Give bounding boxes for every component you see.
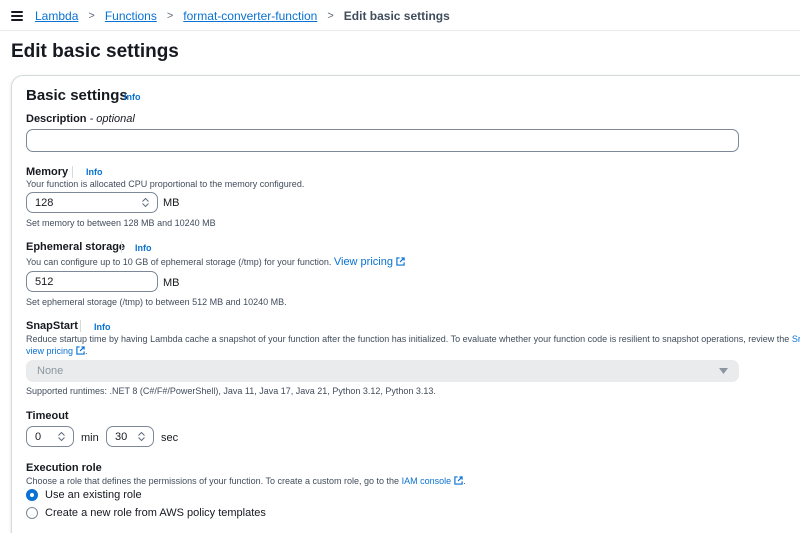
breadcrumb-lambda[interactable]: Lambda [35,9,78,23]
snapstart-view-pricing-link[interactable]: view pricing [26,346,85,356]
ephemeral-storage-input[interactable]: 512 [26,271,158,292]
top-navigation-bar: Lambda > Functions > format-converter-fu… [0,0,800,31]
timeout-minutes-unit: min [81,432,99,444]
snapstart-info-link[interactable]: Info [94,322,111,332]
radio-create-new-role-label: Create a new role from AWS policy templa… [45,507,266,519]
breadcrumb-chevron-icon: > [88,10,95,22]
memory-unit: MB [163,197,180,209]
breadcrumb-chevron-icon: > [166,10,174,22]
snapstart-view-pricing-text: view pricing [26,346,74,356]
ephemeral-help-text: You can configure up to 10 GB of ephemer… [26,256,405,268]
ephemeral-constraint-text: Set ephemeral storage (/tmp) to between … [26,297,287,307]
external-link-icon [454,476,463,485]
ephemeral-info-link[interactable]: Info [135,243,152,253]
snapstart-select[interactable]: None [26,360,739,382]
ephemeral-info-divider [121,241,122,253]
snapstart-help: Reduce startup time by having Lambda cac… [26,334,790,344]
iam-console-text: IAM console [401,476,452,486]
timeout-minutes-input[interactable]: 0 [26,426,74,447]
execution-role-label: Execution role [26,462,102,474]
snapstart-runtimes-text: Supported runtimes: .NET 8 (C#/F#/PowerS… [26,386,436,396]
seconds-stepper-icon[interactable] [138,432,145,441]
timeout-seconds-input[interactable]: 30 [106,426,154,447]
iam-console-link[interactable]: IAM console [402,476,464,486]
timeout-seconds-unit: sec [161,432,179,444]
memory-input[interactable]: 128 [26,192,158,213]
memory-constraint-text: Set memory to between 128 MB and 10240 M… [26,218,216,228]
ephemeral-help: You can configure up to 10 GB of ephemer… [26,257,332,267]
snapstart-period: . [85,346,88,356]
ephemeral-unit: MB [163,277,180,289]
memory-stepper-icon[interactable] [142,198,149,207]
execution-role-help-text: Choose a role that defines the permissio… [26,476,466,486]
description-optional: - optional [86,113,135,125]
radio-selected-icon[interactable] [26,489,38,501]
external-link-icon [396,257,405,266]
memory-label: Memory [26,166,69,178]
memory-info-divider [72,166,73,178]
basic-settings-info-link[interactable]: Info [124,92,141,102]
ephemeral-view-pricing-link[interactable]: View pricing [334,256,405,268]
execution-role-help: Choose a role that defines the permissio… [26,476,400,486]
memory-info-link[interactable]: Info [86,167,103,177]
radio-unselected-icon[interactable] [26,507,38,519]
breadcrumb: Lambda > Functions > format-converter-fu… [35,9,450,23]
memory-value: 128 [35,196,54,209]
snapstart-docs-link[interactable]: Sr [792,334,800,344]
breadcrumb-chevron-icon: > [327,10,334,22]
breadcrumb-current: Edit basic settings [343,9,450,23]
snapstart-select-value: None [37,365,64,377]
menu-hamburger-icon[interactable] [11,11,23,21]
ephemeral-value: 512 [35,275,54,288]
snapstart-info-divider [80,320,81,332]
snapstart-pricing-line: view pricing. [26,346,88,356]
minutes-stepper-icon[interactable] [58,432,65,441]
memory-help-text: Your function is allocated CPU proportio… [26,179,305,189]
radio-use-existing-role[interactable]: Use an existing role [26,489,142,501]
snapstart-help-text: Reduce startup time by having Lambda cac… [26,334,800,344]
snapstart-label: SnapStart [26,320,78,332]
description-input[interactable] [26,129,739,152]
radio-create-new-role[interactable]: Create a new role from AWS policy templa… [26,507,266,519]
basic-settings-title: Basic settings [26,87,128,104]
ephemeral-storage-label: Ephemeral storage [26,241,126,253]
timeout-minutes-value: 0 [35,430,42,443]
caret-down-icon [719,368,728,374]
breadcrumb-function-name[interactable]: format-converter-function [183,9,317,23]
breadcrumb-functions[interactable]: Functions [105,9,157,23]
external-link-icon [76,346,85,355]
ephemeral-view-pricing-text: View pricing [333,256,393,268]
radio-use-existing-role-label: Use an existing role [45,489,142,501]
execution-role-period: . [463,476,466,486]
page-title: Edit basic settings [11,41,179,62]
timeout-seconds-value: 30 [115,430,128,443]
timeout-label: Timeout [26,410,69,422]
description-label: Description - optional [26,113,135,125]
description-label-text: Description [26,113,87,125]
